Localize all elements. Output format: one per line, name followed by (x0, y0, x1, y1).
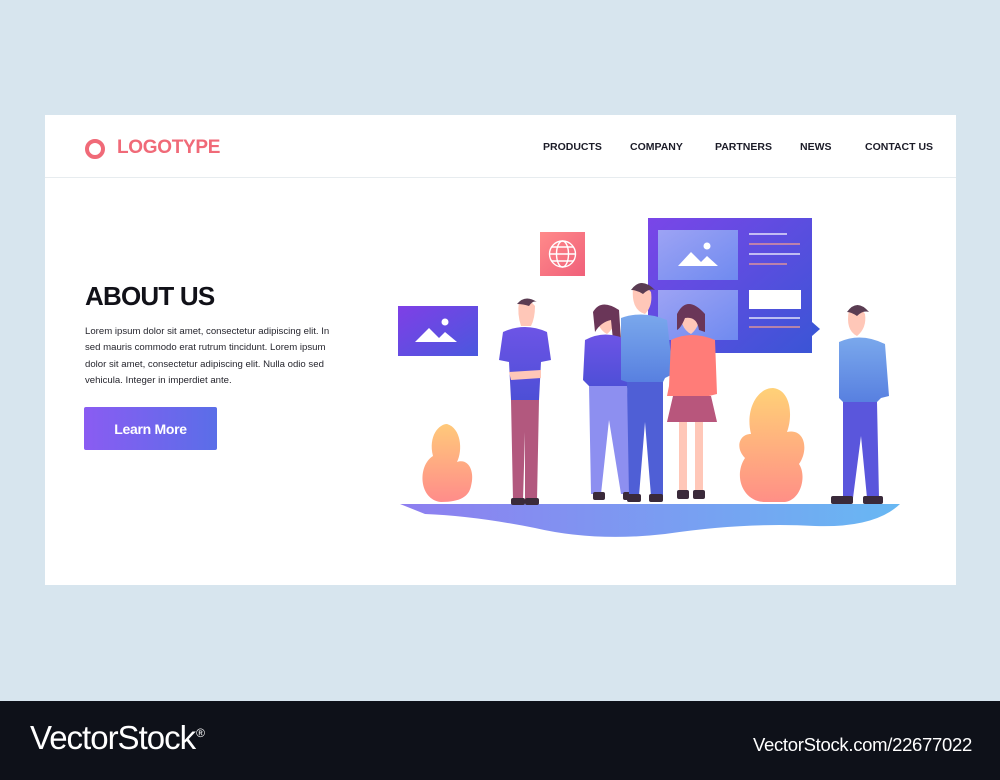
person-man-crossed-arms (499, 298, 551, 505)
nav-products[interactable]: PRODUCTS (543, 141, 602, 153)
person-man-right (831, 305, 889, 504)
nav-contact-us[interactable]: CONTACT US (865, 141, 933, 153)
landing-page-card: LOGOTYPE PRODUCTS COMPANY PARTNERS NEWS … (45, 115, 956, 585)
plant-left (422, 424, 473, 502)
nav-company[interactable]: COMPANY (630, 141, 683, 153)
logo-icon (85, 139, 105, 159)
ground-shape (400, 504, 900, 537)
team-illustration (398, 218, 900, 537)
nav-partners[interactable]: PARTNERS (715, 141, 772, 153)
hero-body-text: Lorem ipsum dolor sit amet, consectetur … (85, 326, 330, 387)
watermark-brand: VectorStock® (30, 719, 205, 756)
site-header: LOGOTYPE PRODUCTS COMPANY PARTNERS NEWS … (45, 115, 956, 178)
watermark-reference: VectorStock.com/22677022 (752, 734, 972, 755)
logo-text[interactable]: LOGOTYPE (117, 137, 220, 159)
image-icon-card (398, 306, 478, 356)
learn-more-button[interactable]: Learn More (84, 407, 217, 450)
hero-title: ABOUT US (85, 281, 215, 311)
image-icon (658, 230, 738, 280)
nav-news[interactable]: NEWS (800, 141, 832, 153)
stock-watermark-bar: VectorStock® VectorStock.com/22677022 (0, 701, 1000, 780)
plant-right (739, 388, 805, 502)
